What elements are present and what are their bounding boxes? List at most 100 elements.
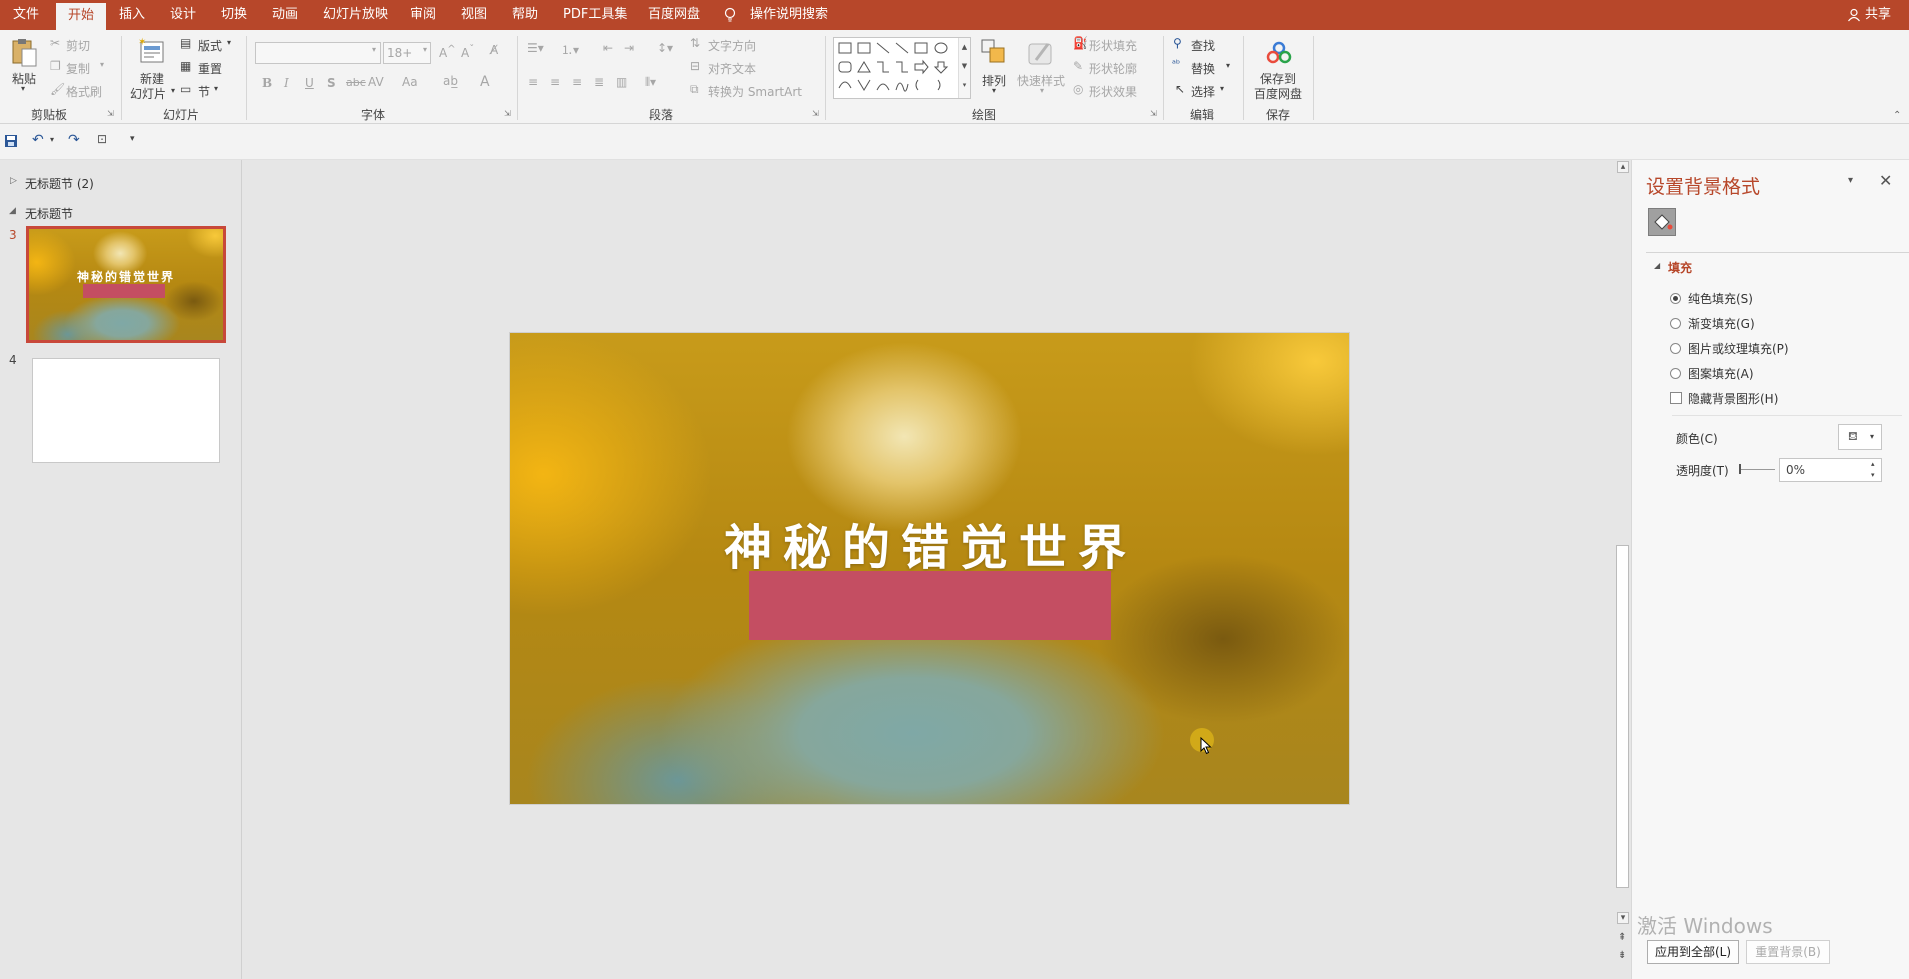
- paste-icon[interactable]: [10, 38, 38, 67]
- transparency-input[interactable]: 0% ▴ ▾: [1779, 458, 1882, 482]
- tab-help[interactable]: 帮助: [512, 0, 538, 30]
- tab-home[interactable]: 开始: [56, 3, 107, 30]
- slide-title[interactable]: 神秘的错觉世界: [510, 508, 1351, 578]
- tab-file[interactable]: 文件: [13, 0, 39, 30]
- tab-slideshow[interactable]: 幻灯片放映: [323, 0, 388, 30]
- grow-font-icon[interactable]: A^: [439, 44, 456, 60]
- font-name-combo[interactable]: ▾: [255, 42, 381, 64]
- tab-animations[interactable]: 动画: [272, 0, 298, 30]
- reset-button[interactable]: 重置: [198, 60, 222, 77]
- shape-fill-button[interactable]: 形状填充: [1089, 37, 1137, 54]
- distributed-icon[interactable]: ▥: [616, 75, 627, 89]
- new-slide-icon[interactable]: ✶: [137, 36, 167, 66]
- fill-tab-icon[interactable]: [1648, 208, 1676, 236]
- justify-icon[interactable]: ≣: [594, 75, 604, 89]
- find-button[interactable]: 查找: [1191, 37, 1215, 54]
- picture-fill-radio[interactable]: [1670, 343, 1681, 354]
- transparency-slider-handle[interactable]: [1739, 464, 1741, 474]
- shape-outline-button[interactable]: 形状轮廓: [1089, 60, 1137, 77]
- arrange-icon[interactable]: [980, 38, 1008, 66]
- solid-fill-radio[interactable]: [1670, 293, 1681, 304]
- hide-bg-checkbox[interactable]: [1670, 392, 1682, 404]
- align-center-icon[interactable]: ≡: [550, 75, 560, 89]
- align-right-icon[interactable]: ≡: [572, 75, 582, 89]
- spinner-icon[interactable]: ▴ ▾: [1871, 459, 1875, 481]
- red-rectangle-shape[interactable]: [749, 571, 1111, 640]
- quick-styles-icon[interactable]: [1026, 38, 1056, 68]
- shapes-gallery[interactable]: ▲ ▼ ▾: [833, 37, 971, 99]
- tab-review[interactable]: 审阅: [410, 0, 436, 30]
- align-left-icon[interactable]: ≡: [528, 75, 538, 89]
- replace-button[interactable]: 替换: [1191, 60, 1215, 77]
- shrink-font-icon[interactable]: Aˇ: [461, 44, 474, 60]
- color-picker-button[interactable]: ⛾ ▾: [1838, 424, 1882, 450]
- clear-format-icon[interactable]: A̸: [490, 43, 498, 57]
- strikethrough-button[interactable]: abc: [346, 76, 366, 89]
- tab-view[interactable]: 视图: [461, 0, 487, 30]
- presentation-icon[interactable]: ⊡: [97, 132, 107, 146]
- char-spacing-button[interactable]: AV: [368, 75, 384, 89]
- dialog-launcher-icon[interactable]: ⇲: [1150, 109, 1157, 118]
- tab-pdf-tools[interactable]: PDF工具集: [563, 0, 627, 30]
- dialog-launcher-icon[interactable]: ⇲: [107, 109, 114, 118]
- gradient-fill-radio[interactable]: [1670, 318, 1681, 329]
- section-button[interactable]: 节: [198, 83, 210, 100]
- slide-thumbnail-4[interactable]: [32, 358, 220, 463]
- tab-transitions[interactable]: 切换: [221, 0, 247, 30]
- shadow-button[interactable]: S: [327, 76, 336, 90]
- redo-icon[interactable]: ↷: [68, 132, 80, 148]
- section-header-2[interactable]: 无标题节: [25, 205, 73, 222]
- scroll-thumb[interactable]: [1616, 545, 1629, 888]
- new-slide-line2[interactable]: 幻灯片: [130, 85, 166, 102]
- tab-insert[interactable]: 插入: [119, 0, 145, 30]
- font-color-button[interactable]: A: [480, 74, 490, 90]
- tab-design[interactable]: 设计: [170, 0, 196, 30]
- scroll-down-icon[interactable]: ▾: [1617, 912, 1629, 924]
- columns-icon[interactable]: ⫴▾: [645, 75, 656, 90]
- prev-slide-icon[interactable]: ⇞: [1618, 932, 1626, 943]
- bold-button[interactable]: B: [262, 76, 272, 90]
- save-to-netdisk-line2[interactable]: 百度网盘: [1254, 85, 1302, 102]
- expanded-arrow-icon[interactable]: ◢: [1654, 261, 1660, 270]
- dialog-launcher-icon[interactable]: ⇲: [812, 109, 819, 118]
- share-button[interactable]: 共享: [1865, 0, 1891, 30]
- tell-me-search[interactable]: 操作说明搜索: [750, 0, 828, 30]
- reset-background-button[interactable]: 重置背景(B): [1746, 940, 1830, 964]
- gradient-fill-label[interactable]: 渐变填充(G): [1688, 315, 1755, 332]
- increase-indent-icon[interactable]: ⇥: [624, 41, 634, 55]
- next-slide-icon[interactable]: ⇟: [1618, 950, 1626, 961]
- collapsed-arrow-icon[interactable]: ▷: [10, 176, 17, 186]
- collapse-ribbon-icon[interactable]: ⌃: [1893, 110, 1901, 121]
- apply-to-all-button[interactable]: 应用到全部(L): [1647, 940, 1739, 964]
- numbering-icon[interactable]: ⒈▾: [561, 41, 579, 58]
- dialog-launcher-icon[interactable]: ⇲: [504, 109, 511, 118]
- highlight-icon[interactable]: ab̲: [443, 74, 458, 88]
- close-icon[interactable]: ✕: [1879, 171, 1892, 190]
- vertical-scrollbar[interactable]: ▴ ▾ ⇞ ⇟: [1615, 160, 1631, 979]
- customize-qat-icon[interactable]: ▾: [130, 134, 135, 144]
- slide-thumbnail-3[interactable]: 神秘的错觉世界: [26, 226, 226, 343]
- font-size-combo[interactable]: 18+ ▾: [383, 42, 431, 64]
- copy-button[interactable]: 复制: [66, 60, 90, 77]
- line-spacing-icon[interactable]: ↕▾: [657, 41, 673, 55]
- align-text-button[interactable]: 对齐文本: [708, 60, 756, 77]
- pattern-fill-label[interactable]: 图案填充(A): [1688, 365, 1754, 382]
- picture-fill-label[interactable]: 图片或纹理填充(P): [1688, 340, 1789, 357]
- bullets-icon[interactable]: ☰▾: [527, 41, 544, 55]
- underline-button[interactable]: U: [305, 76, 314, 90]
- tab-baidu-netdisk[interactable]: 百度网盘: [648, 0, 700, 30]
- italic-button[interactable]: I: [284, 76, 289, 90]
- save-icon[interactable]: [4, 134, 18, 148]
- solid-fill-label[interactable]: 纯色填充(S): [1688, 290, 1753, 307]
- decrease-indent-icon[interactable]: ⇤: [603, 41, 613, 55]
- slide-canvas[interactable]: 神秘的错觉世界: [509, 332, 1350, 805]
- format-painter-button[interactable]: 格式刷: [66, 83, 102, 100]
- change-case-button[interactable]: Aa: [402, 75, 418, 89]
- select-button[interactable]: 选择: [1191, 83, 1215, 100]
- undo-icon[interactable]: ↶: [32, 132, 44, 148]
- text-direction-button[interactable]: 文字方向: [708, 37, 756, 54]
- baidu-cloud-icon[interactable]: [1265, 40, 1293, 66]
- layout-button[interactable]: 版式: [198, 37, 222, 54]
- section-header-1[interactable]: 无标题节 (2): [25, 175, 94, 192]
- shape-effects-button[interactable]: 形状效果: [1089, 83, 1137, 100]
